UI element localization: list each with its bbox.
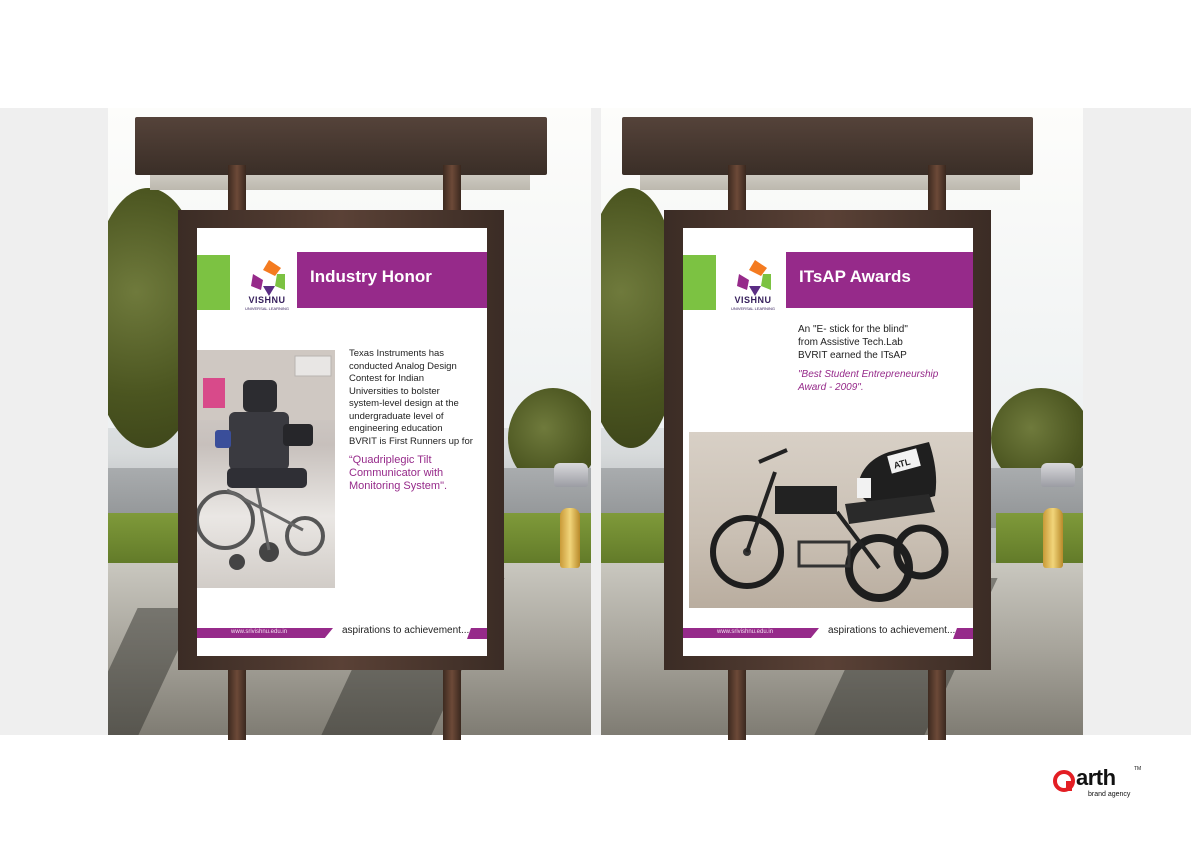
brand-subtitle: UNIVERSAL LEARNING — [730, 306, 776, 311]
footer-tagline: aspirations to achievement... — [342, 625, 470, 636]
agency-subtitle: brand agency — [1088, 791, 1131, 798]
title-bar: ITsAP Awards — [786, 252, 973, 308]
body-line: system-level design at the — [349, 398, 459, 409]
footer-tail-strip — [953, 628, 973, 639]
poster-title: Industry Honor — [310, 267, 432, 286]
body-line: Universities to bolster — [349, 385, 440, 397]
body-line: engineering education — [349, 423, 443, 434]
poster-footer: www.srivishnu.edu.in aspirations to achi… — [197, 625, 487, 643]
poster-itsap-awards: VISHNU UNIVERSAL LEARNING ITsAP Awards A… — [683, 228, 973, 656]
poster-industry-honor: VISHNU UNIVERSAL LEARNING Industry Honor… — [197, 228, 487, 656]
arth-logo: arth TM brand agency — [1052, 765, 1152, 805]
quote-line: "Best Student Entrepreneurship — [798, 369, 939, 380]
poster-footer: www.srivishnu.edu.in aspirations to achi… — [683, 625, 973, 643]
body-line: from Assistive Tech.Lab — [798, 337, 903, 348]
brand-name: VISHNU — [248, 295, 286, 305]
body-line: Texas Instruments has — [349, 348, 445, 359]
footer-url[interactable]: www.srivishnu.edu.in — [231, 629, 287, 635]
footer-tagline: aspirations to achievement... — [828, 625, 956, 636]
body-line: Contest for Indian — [349, 373, 424, 384]
brand-name: VISHNU — [734, 295, 772, 305]
award-quote: "Best Student Entrepreneurship Award - 2… — [798, 368, 970, 394]
poster-body-text: An "E- stick for the blind" from Assisti… — [798, 323, 970, 394]
body-line: BVRIT earned the ITsAP — [798, 350, 907, 361]
shelter-roof-right — [622, 117, 1033, 175]
quote-line: Monitoring System". — [349, 480, 448, 492]
award-quote: “Quadriplegic Tilt Communicator with Mon… — [349, 454, 484, 493]
agency-name: arth — [1076, 765, 1116, 790]
title-bar: Industry Honor — [297, 252, 487, 308]
body-line: conducted Analog Design — [349, 360, 457, 372]
tricycle-photo: ATL — [689, 432, 973, 608]
quote-line: “Quadriplegic Tilt — [349, 454, 432, 466]
poster-body-text: Texas Instruments has conducted Analog D… — [349, 348, 484, 493]
brand-subtitle: UNIVERSAL LEARNING — [244, 306, 290, 311]
quote-line: Communicator with — [349, 467, 444, 479]
body-line: BVRIT is First Runners up for — [349, 435, 473, 447]
green-accent-block — [683, 255, 716, 310]
poster-title: ITsAP Awards — [799, 267, 911, 286]
green-accent-block — [197, 255, 230, 310]
body-line: An "E- stick for the blind" — [798, 324, 908, 335]
agency-tm: TM — [1134, 766, 1142, 772]
footer-url[interactable]: www.srivishnu.edu.in — [717, 629, 773, 635]
shelter-roof-left — [135, 117, 547, 175]
footer-tail-strip — [467, 628, 487, 639]
wheelchair-photo — [197, 350, 335, 588]
body-line: undergraduate level of — [349, 410, 444, 422]
quote-line: Award - 2009". — [798, 382, 864, 393]
arth-logo-icon — [1053, 770, 1075, 792]
